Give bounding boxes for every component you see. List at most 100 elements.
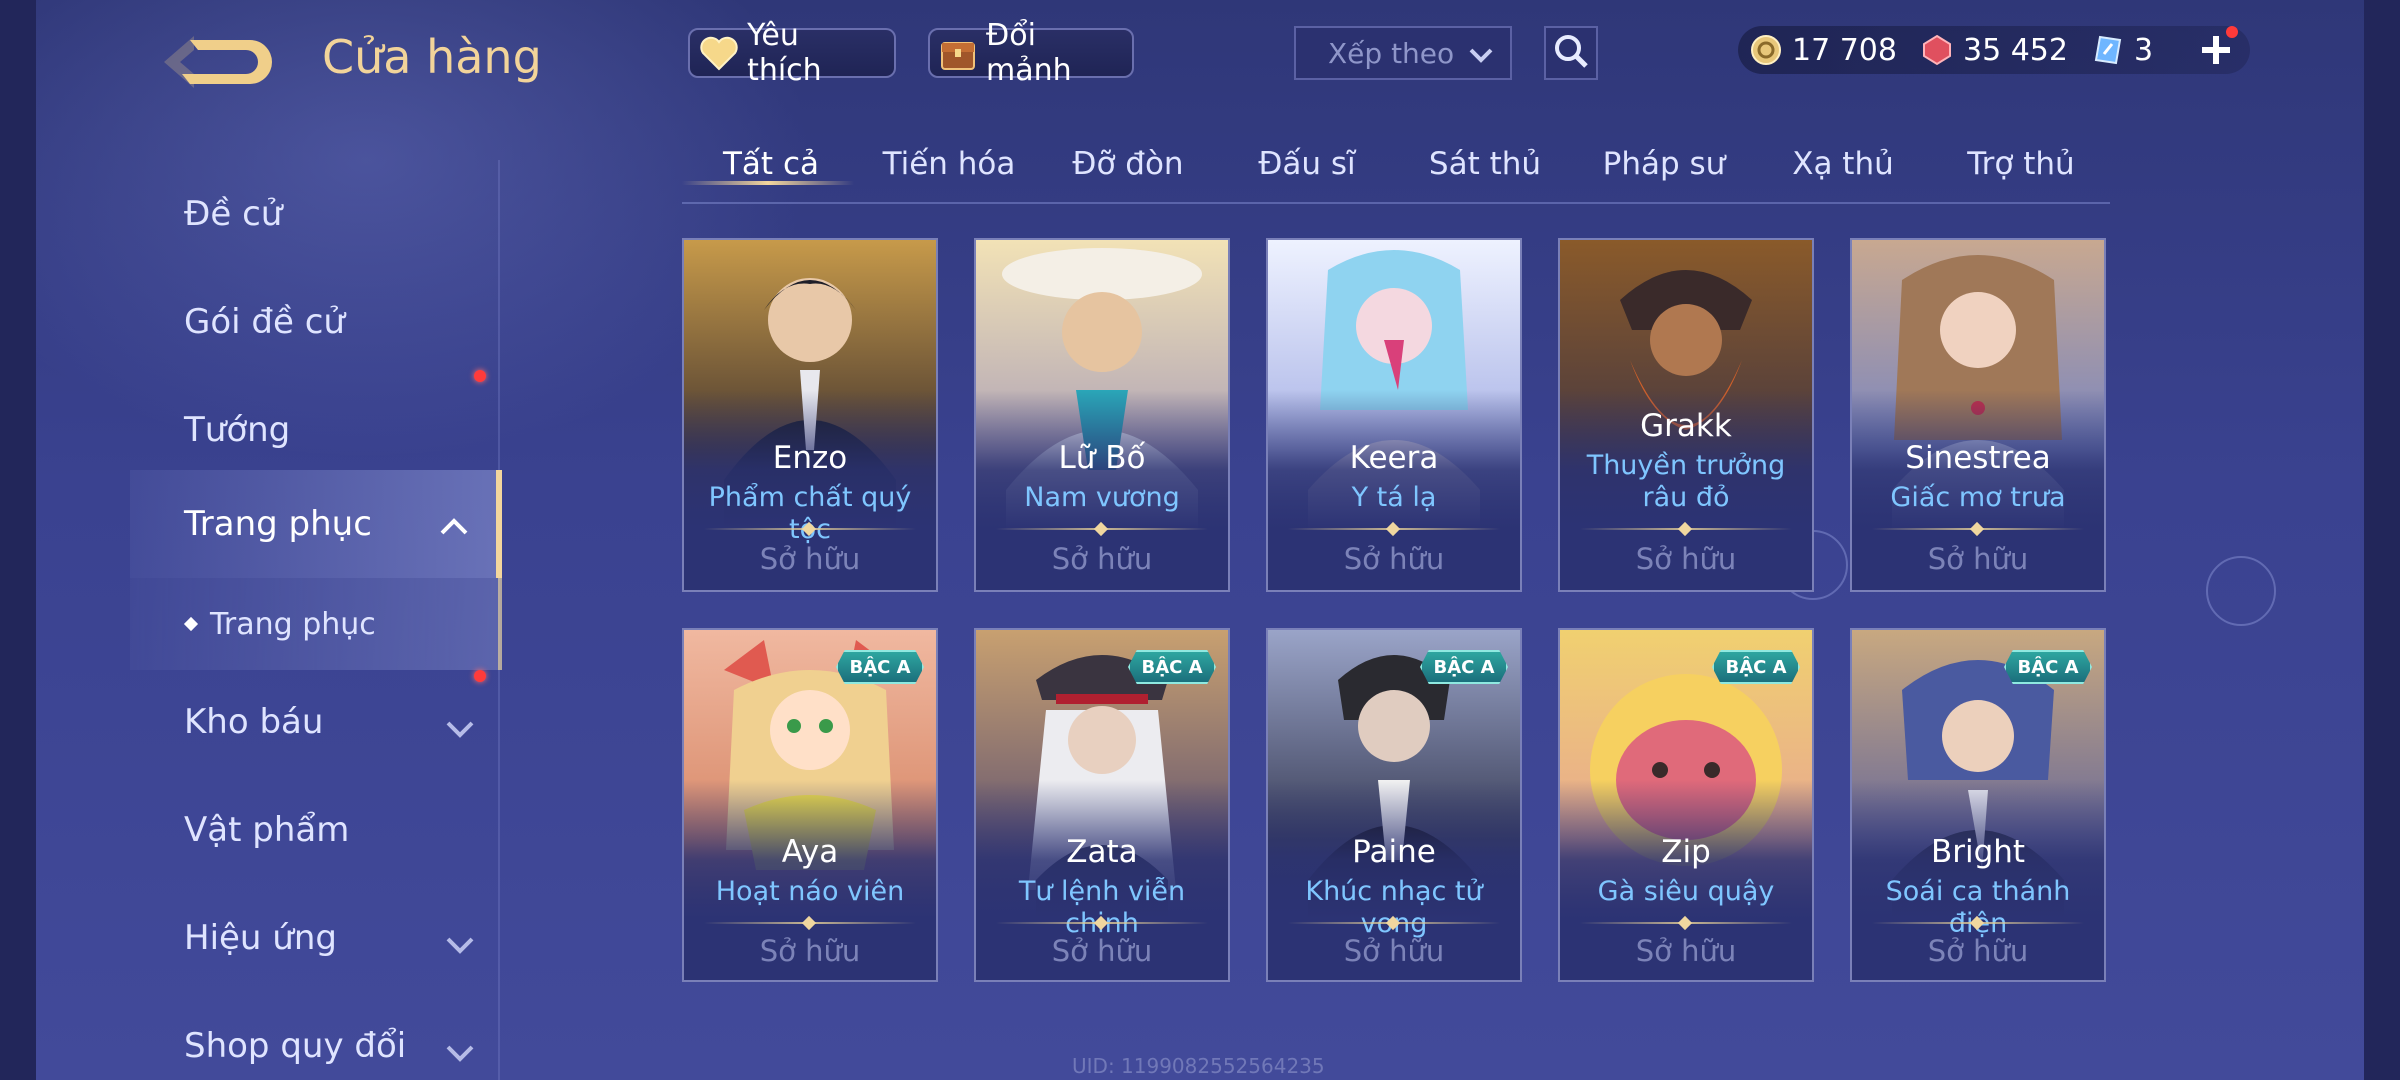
category-tabs: Tất cả Tiến hóa Đỡ đòn Đấu sĩ Sát thủ Ph… (682, 140, 2110, 204)
skin-card[interactable]: Lữ Bố Nam vương Sở hữu (974, 238, 1230, 592)
sidebar-item-label: Gói đề cử (184, 302, 345, 342)
skin-name: Y tá lạ (1351, 482, 1437, 513)
tab-support[interactable]: Trợ thủ (1932, 146, 2110, 182)
skin-card[interactable]: BẬC A Aya Hoạt náo viên Sở hữu (682, 628, 938, 982)
chevron-up-icon (438, 508, 470, 548)
tab-all[interactable]: Tất cả (682, 146, 860, 185)
sidebar-item-label: Kho báu (184, 702, 324, 742)
screen-edge-left (0, 0, 36, 1080)
skin-name: Hoạt náo viên (715, 876, 905, 907)
sidebar-item-label: Đề cử (184, 194, 283, 234)
tab-tank[interactable]: Đỡ đòn (1039, 146, 1217, 182)
skin-card[interactable]: BẬC A Paine Khúc nhạc tử vong Sở hữu (1266, 628, 1522, 982)
sidebar-subitem-skins[interactable]: Trang phục (130, 578, 502, 670)
skin-name: Tư lệnh viễn chinh (1018, 876, 1186, 939)
skin-card[interactable]: BẬC A Bright Soái ca thánh điện Sở hữu (1850, 628, 2106, 982)
sidebar-item-effects[interactable]: Hiệu ứng (130, 884, 502, 992)
hero-name: Bright (1930, 834, 2026, 870)
shard-exchange-button[interactable]: Đổi mảnh (928, 18, 1134, 88)
skin-card[interactable]: Grakk Thuyền trưởng râu đỏ Sở hữu (1558, 238, 1814, 592)
tab-evolution[interactable]: Tiến hóa (860, 146, 1038, 182)
active-tab-indicator (682, 181, 854, 185)
tab-label: Sát thủ (1428, 146, 1542, 182)
hero-name: Aya (781, 834, 839, 870)
chevron-down-icon (1466, 40, 1496, 77)
search-icon (1552, 32, 1590, 74)
tab-label: Pháp sư (1602, 146, 1726, 182)
tab-label: Đấu sĩ (1258, 146, 1356, 182)
sidebar-item-label: Vật phẩm (184, 810, 350, 850)
sidebar-item-label: Hiệu ứng (184, 918, 337, 958)
skin-name: Soái ca thánh điện (1885, 876, 2071, 939)
owned-status: Sở hữu (1051, 542, 1153, 576)
tab-assassin[interactable]: Sát thủ (1396, 146, 1574, 182)
hero-name: Keera (1349, 440, 1439, 476)
favorites-button[interactable]: Yêu thích (688, 18, 896, 88)
skin-name: Giấc mơ trưa (1890, 482, 2066, 513)
tab-label: Xạ thủ (1792, 146, 1894, 182)
tab-mage[interactable]: Pháp sư (1575, 146, 1753, 182)
tier-badge: BẬC A (2004, 650, 2092, 684)
notification-dot (474, 670, 486, 682)
sidebar-item-treasure[interactable]: Kho báu (130, 668, 502, 776)
chevron-down-icon (444, 926, 476, 966)
skin-card[interactable]: BẬC A Zip Gà siêu quậy Sở hữu (1558, 628, 1814, 982)
sidebar: Đề cử Gói đề cử Tướng Trang phục Trang p… (130, 160, 502, 1080)
skin-card[interactable]: Sinestrea Giấc mơ trưa Sở hữu (1850, 238, 2106, 592)
shard-exchange-label: Đổi mảnh (986, 18, 1072, 88)
sort-dropdown[interactable]: Xếp theo (1294, 26, 1512, 80)
user-id: UID: 1199082552564235 (1072, 1054, 1325, 1078)
skin-name: Phẩm chất quý tộc (708, 482, 912, 545)
chevron-down-icon (444, 710, 476, 750)
page-title: Cửa hàng (322, 30, 542, 84)
sidebar-item-label: Trang phục (210, 606, 376, 642)
tier-badge: BẬC A (1128, 650, 1216, 684)
hero-name: Sinestrea (1905, 440, 2051, 476)
hero-name: Zip (1661, 834, 1711, 870)
tier-badge: BẬC A (836, 650, 924, 684)
sidebar-item-skins[interactable]: Trang phục (130, 470, 502, 578)
tab-fighter[interactable]: Đấu sĩ (1218, 146, 1396, 182)
sidebar-item-items[interactable]: Vật phẩm (130, 776, 502, 884)
owned-status: Sở hữu (1927, 934, 2029, 968)
tier-badge: BẬC A (1420, 650, 1508, 684)
treasure-chest-icon (938, 32, 978, 74)
skin-card[interactable]: Keera Y tá lạ Sở hữu (1266, 238, 1522, 592)
back-button[interactable] (150, 30, 280, 90)
hero-name: Grakk (1640, 408, 1732, 444)
voucher-icon (2090, 32, 2126, 68)
skin-name: Khúc nhạc tử vong (1305, 876, 1483, 939)
hero-name: Enzo (772, 440, 848, 476)
gold-currency: 17 708 (1748, 32, 1897, 68)
ruby-gem-icon (1919, 32, 1955, 68)
tab-label: Tất cả (723, 146, 819, 182)
diamond-bullet-icon (183, 616, 199, 632)
sidebar-item-heroes[interactable]: Tướng (130, 376, 502, 484)
sidebar-item-recommended-packs[interactable]: Gói đề cử (130, 268, 502, 382)
sidebar-item-exchange-shop[interactable]: Shop quy đổi (130, 992, 502, 1080)
gold-coin-icon (1748, 32, 1784, 68)
floating-orb (2206, 556, 2276, 626)
sidebar-item-label: Shop quy đổi (184, 1026, 407, 1066)
owned-status: Sở hữu (1343, 542, 1445, 576)
tab-marksman[interactable]: Xạ thủ (1754, 146, 1932, 182)
skin-name: Gà siêu quậy (1597, 876, 1775, 907)
notification-dot (2226, 26, 2238, 38)
currency-bar: 17 708 35 452 3 (1738, 26, 2250, 74)
owned-status: Sở hữu (1635, 934, 1737, 968)
back-arrow-icon (164, 36, 272, 88)
screen-edge-right (2364, 0, 2400, 1080)
heart-icon (698, 32, 739, 74)
ruby-amount: 35 452 (1962, 32, 2068, 68)
owned-status: Sở hữu (1051, 934, 1153, 968)
sort-dropdown-value: Xếp theo (1328, 36, 1455, 70)
sidebar-item-label: Tướng (184, 410, 291, 450)
skin-card[interactable]: Enzo Phẩm chất quý tộc Sở hữu (682, 238, 938, 592)
tab-label: Trợ thủ (1967, 146, 2075, 182)
skin-name: Nam vương (1024, 482, 1180, 513)
favorites-label: Yêu thích (747, 18, 822, 88)
search-button[interactable] (1544, 26, 1598, 80)
sidebar-item-recommended[interactable]: Đề cử (130, 160, 502, 268)
tab-label: Đỡ đòn (1072, 146, 1184, 182)
skin-card[interactable]: BẬC A Zata Tư lệnh viễn chinh Sở hữu (974, 628, 1230, 982)
